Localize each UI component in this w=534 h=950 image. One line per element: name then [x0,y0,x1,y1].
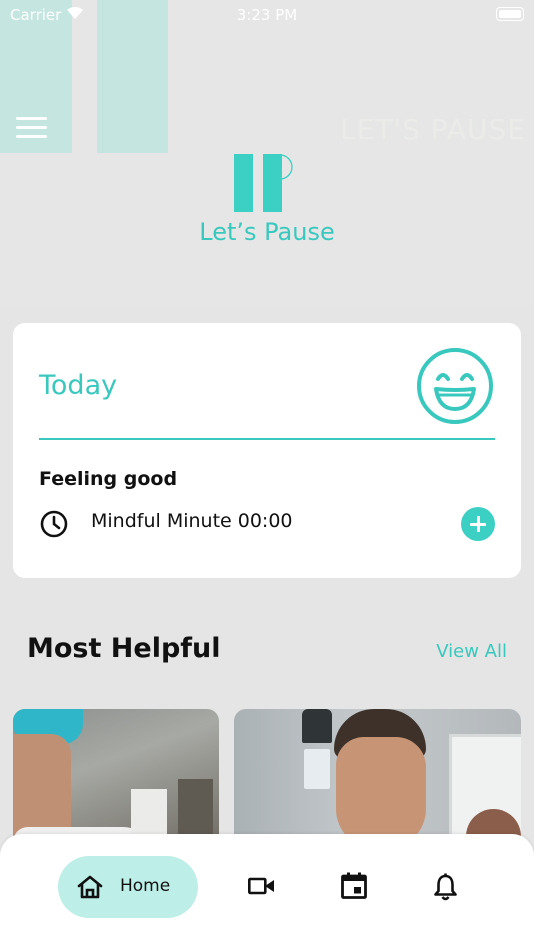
mood-label: Feeling good [39,468,178,490]
clock-icon [40,510,68,538]
video-thumbnail[interactable] [13,709,219,849]
tab-home-label: Home [120,876,171,896]
status-time: 3:23 PM [236,6,298,24]
tab-home[interactable]: Home [58,856,198,918]
card-divider [39,438,495,440]
status-bar: Carrier 3:23 PM [0,0,534,30]
video-camera-icon[interactable] [248,877,275,895]
tab-bar: Home [0,834,534,950]
home-icon [77,875,103,899]
today-card: Today Feeling good Mindful Minute 00:00 [13,323,521,578]
header: LET'S PAUSE Let’s Pause [0,0,534,305]
view-all-link[interactable]: View All [436,641,507,662]
today-title: Today [39,370,118,401]
mindful-minute-label: Mindful Minute 00:00 [91,510,293,532]
calendar-icon[interactable] [341,872,367,899]
add-icon[interactable] [461,507,495,541]
app-name: Let’s Pause [199,218,335,246]
app-logo [230,154,300,214]
video-thumbnail[interactable] [234,709,521,849]
smiley-icon[interactable] [416,347,494,425]
battery-icon [496,7,524,21]
menu-icon[interactable] [16,117,48,139]
most-helpful-title: Most Helpful [27,633,221,664]
bell-icon[interactable] [433,873,458,901]
header-watermark: LET'S PAUSE [340,113,526,146]
